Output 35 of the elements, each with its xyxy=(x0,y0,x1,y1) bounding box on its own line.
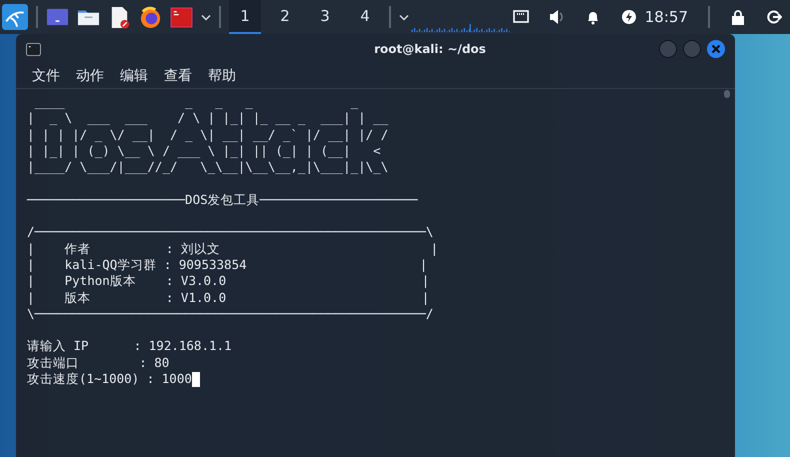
power-icon[interactable] xyxy=(620,9,637,25)
terminal-line: 请输入 IP : 192.168.1.1 xyxy=(27,338,232,355)
terminal-icon[interactable] xyxy=(170,6,193,28)
menu-item[interactable]: 文件 xyxy=(32,67,60,85)
terminal-heading: ─────────────────────DOS发包工具───────────────────── xyxy=(27,192,418,208)
window-title: root@kali: ~/dos xyxy=(373,42,487,56)
terminal-line: \────────────────────────────────────────────────────/ xyxy=(27,306,434,322)
chevron-down-icon[interactable] xyxy=(201,14,211,20)
workspace-tab[interactable]: 4 xyxy=(349,0,381,34)
menu-item[interactable]: 帮助 xyxy=(208,67,236,85)
clock[interactable]: 18:57 xyxy=(644,8,688,26)
terminal-line: 攻击速度(1~1000) : 1000 xyxy=(27,371,192,388)
logout-icon[interactable] xyxy=(766,9,782,25)
workspace-tab[interactable]: 3 xyxy=(309,0,341,34)
terminal-line: | 作者 : 刘以文 | xyxy=(27,240,438,257)
chevron-down-icon[interactable] xyxy=(399,14,409,20)
terminal-line: | 版本 : V1.0.0 | xyxy=(27,290,430,306)
volume-icon[interactable] xyxy=(548,9,565,25)
terminal-line: | Python版本 : V3.0.0 | xyxy=(27,273,430,290)
terminal-line: /────────────────────────────────────────────────────\ xyxy=(27,224,434,241)
terminal-icon xyxy=(26,42,41,56)
scrollbar[interactable] xyxy=(724,90,730,98)
terminal-line: | kali-QQ学习群 : 909533854 | xyxy=(27,256,428,274)
network-icon[interactable] xyxy=(512,9,529,25)
close-button[interactable] xyxy=(707,40,725,58)
lock-icon[interactable] xyxy=(730,9,746,25)
text-cursor xyxy=(192,372,200,387)
menu-item[interactable]: 动作 xyxy=(76,67,104,85)
menu-item[interactable]: 编辑 xyxy=(120,67,148,85)
workspace-tab[interactable]: 1 xyxy=(229,0,261,34)
ascii-art-title: ____ _ _ _ _ | _ \ ___ ___ / \ | |_| |_ __ _ ___| | __ | | | |/ _ \/ __| / _ \| __| __/ _` |/ __| |/ / | |_| | (_) \__ \ / ___ \ |_| || (_| | (__| < |____/ \___/|___//_/ \_\__|\__\__,_|\___|_|\_\ xyxy=(27,94,388,176)
browser-icon[interactable] xyxy=(139,6,162,28)
workspace-tab[interactable]: 2 xyxy=(269,0,301,34)
terminal-line: 攻击端口 : 80 xyxy=(27,354,170,372)
menu-item[interactable]: 查看 xyxy=(164,67,192,85)
